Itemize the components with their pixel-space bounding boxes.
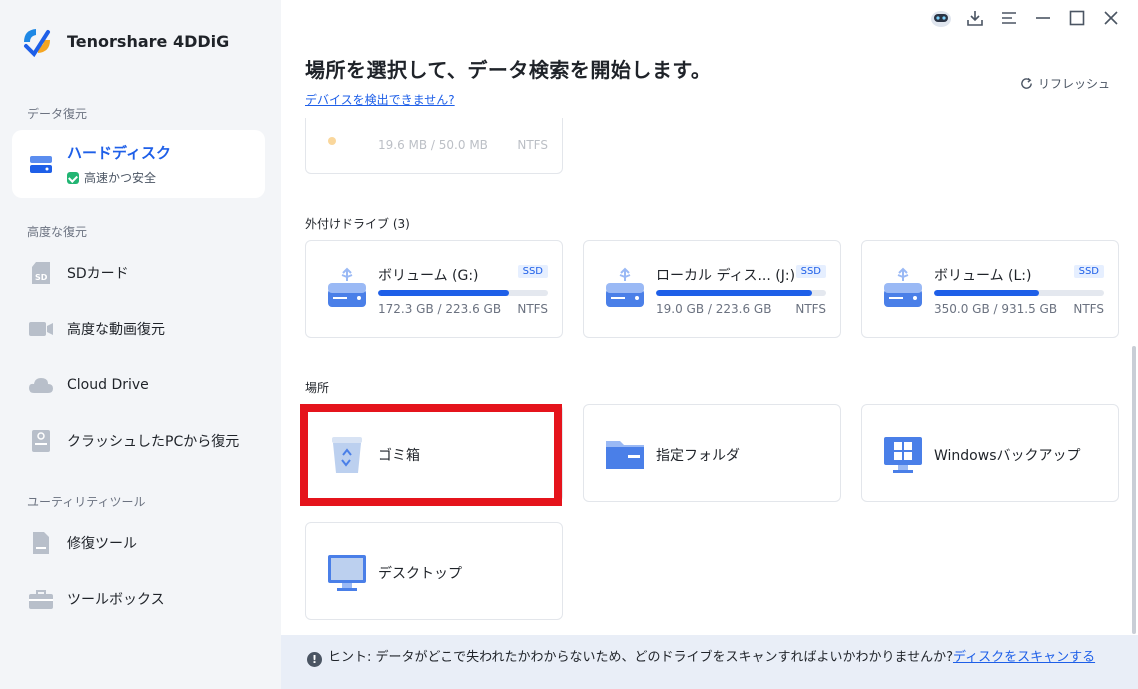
- refresh-button[interactable]: リフレッシュ: [1020, 75, 1110, 92]
- ssd-badge: SSD: [517, 265, 548, 278]
- folder-icon: [606, 441, 644, 469]
- location-card-windows-backup[interactable]: Windowsバックアップ: [861, 404, 1119, 502]
- sidebar-item-repair-tool[interactable]: 修復ツール: [12, 516, 265, 570]
- sidebar-item-label: 修復ツール: [67, 536, 137, 552]
- menu-icon[interactable]: [992, 6, 1026, 30]
- external-drives-label: 外付けドライブ (3): [305, 217, 410, 231]
- drive-usage-bar: [378, 290, 548, 296]
- drive-status-dot-icon: [328, 137, 336, 145]
- drive-usage-fill: [656, 290, 813, 296]
- safe-text: 高速かつ安全: [84, 171, 157, 185]
- sd-card-icon: SD: [28, 260, 54, 286]
- hint-text: ヒント: データがどこで失われたかわからないため、どのドライブをスキャンすればよ…: [328, 650, 953, 665]
- app-logo-icon: [24, 29, 50, 58]
- drive-usage-fill: [934, 290, 1040, 296]
- hint-bar: ! ヒント: データがどこで失われたかわからないため、どのドライブをスキャンすれば…: [281, 635, 1138, 689]
- sidebar-item-label: SDカード: [67, 266, 129, 282]
- sidebar: Tenorshare 4DDiG データ復元 ハードディスク 高速かつ安全 高度…: [0, 0, 281, 689]
- hard-disk-icon: [28, 151, 54, 177]
- hint-text-container: ! ヒント: データがどこで失われたかわからないため、どのドライブをスキャンすれば…: [307, 647, 1127, 668]
- sidebar-item-crashed-pc[interactable]: クラッシュしたPCから復元: [12, 414, 265, 468]
- toolbox-icon: [28, 586, 54, 612]
- location-card-folder[interactable]: 指定フォルダ: [583, 404, 841, 502]
- usb-drive-icon: [328, 267, 366, 307]
- sidebar-item-toolbox[interactable]: ツールボックス: [12, 572, 265, 626]
- cloud-icon: [28, 372, 54, 398]
- scan-disk-link[interactable]: ディスクをスキャンする: [953, 650, 1095, 665]
- video-camera-icon: [28, 316, 54, 342]
- drive-name: ボリューム (G:): [378, 268, 479, 284]
- sidebar-item-label: クラッシュしたPCから復元: [67, 434, 240, 450]
- section-label-utility: ユーティリティツール: [27, 495, 146, 509]
- sidebar-item-sublabel: 高速かつ安全: [67, 169, 171, 186]
- refresh-label: リフレッシュ: [1038, 77, 1111, 91]
- drive-card-g[interactable]: ボリューム (G:) SSD 172.3 GB / 223.6 GB NTFS: [305, 240, 563, 338]
- drive-card-j[interactable]: ローカル ディス... (J:) SSD 19.0 GB / 223.6 GB …: [583, 240, 841, 338]
- refresh-icon: [1021, 77, 1032, 89]
- drive-filesystem: NTFS: [517, 138, 548, 152]
- section-label-advanced: 高度な復元: [27, 225, 88, 239]
- svg-text:SD: SD: [35, 273, 48, 282]
- selection-highlight-box: [300, 404, 562, 506]
- sidebar-item-label: Cloud Drive: [67, 377, 149, 393]
- drive-name: ローカル ディス... (J:): [656, 268, 796, 284]
- location-name: デスクトップ: [378, 566, 462, 582]
- windows-backup-icon: [884, 437, 922, 473]
- usb-drive-icon: [606, 267, 644, 307]
- desktop-icon: [328, 555, 366, 591]
- title-bar-controls: [924, 6, 1128, 30]
- drive-name: ボリューム (L:): [934, 268, 1032, 284]
- sidebar-item-label: ツールボックス: [67, 592, 165, 608]
- repair-file-icon: [28, 530, 54, 556]
- drive-usage-bar: [656, 290, 826, 296]
- download-icon[interactable]: [958, 6, 992, 30]
- drive-size: 350.0 GB / 931.5 GB: [934, 302, 1058, 316]
- partial-drive-card-clip: 19.6 MB / 50.0 MB NTFS: [305, 118, 563, 174]
- drive-size: 19.0 GB / 223.6 GB: [656, 302, 772, 316]
- location-card-desktop[interactable]: デスクトップ: [305, 522, 563, 620]
- drive-usage-fill: [378, 290, 509, 296]
- locations-label: 場所: [305, 381, 330, 395]
- drive-card-l[interactable]: ボリューム (L:) SSD 350.0 GB / 931.5 GB NTFS: [861, 240, 1119, 338]
- ssd-badge: SSD: [1073, 265, 1104, 278]
- device-not-detected-link[interactable]: デバイスを検出できません?: [305, 91, 455, 108]
- close-icon[interactable]: [1094, 6, 1128, 30]
- robot-assistant-icon[interactable]: [924, 6, 958, 30]
- drive-filesystem: NTFS: [1073, 302, 1104, 316]
- drive-usage-bar: [934, 290, 1104, 296]
- sidebar-item-label: 高度な動画復元: [67, 322, 165, 338]
- drive-size: 172.3 GB / 223.6 GB: [378, 302, 502, 316]
- shield-check-icon: [67, 171, 79, 184]
- section-label-recovery: データ復元: [27, 107, 88, 121]
- usb-drive-icon: [884, 267, 922, 307]
- partial-drive-card[interactable]: 19.6 MB / 50.0 MB NTFS: [305, 118, 563, 174]
- page-title: 場所を選択して、データ検索を開始します。: [305, 58, 712, 82]
- crashed-pc-icon: [28, 428, 54, 454]
- vertical-scrollbar[interactable]: [1132, 346, 1136, 634]
- minimize-icon[interactable]: [1026, 6, 1060, 30]
- location-name: 指定フォルダ: [656, 448, 740, 464]
- sidebar-item-cloud-drive[interactable]: Cloud Drive: [12, 358, 265, 412]
- location-name: Windowsバックアップ: [934, 448, 1081, 464]
- sidebar-item-sd-card[interactable]: SD SDカード: [12, 246, 265, 300]
- sidebar-item-label: ハードディスク: [67, 144, 171, 162]
- drive-filesystem: NTFS: [517, 302, 548, 316]
- drive-filesystem: NTFS: [795, 302, 826, 316]
- sidebar-item-hard-disk[interactable]: ハードディスク 高速かつ安全: [12, 130, 265, 198]
- drive-size: 19.6 MB / 50.0 MB: [378, 138, 488, 152]
- ssd-badge: SSD: [795, 265, 826, 278]
- app-name: Tenorshare 4DDiG: [67, 31, 230, 51]
- brand: Tenorshare 4DDiG: [20, 24, 229, 58]
- sidebar-item-video-recovery[interactable]: 高度な動画復元: [12, 302, 265, 356]
- info-icon: !: [307, 652, 322, 667]
- maximize-icon[interactable]: [1060, 6, 1094, 30]
